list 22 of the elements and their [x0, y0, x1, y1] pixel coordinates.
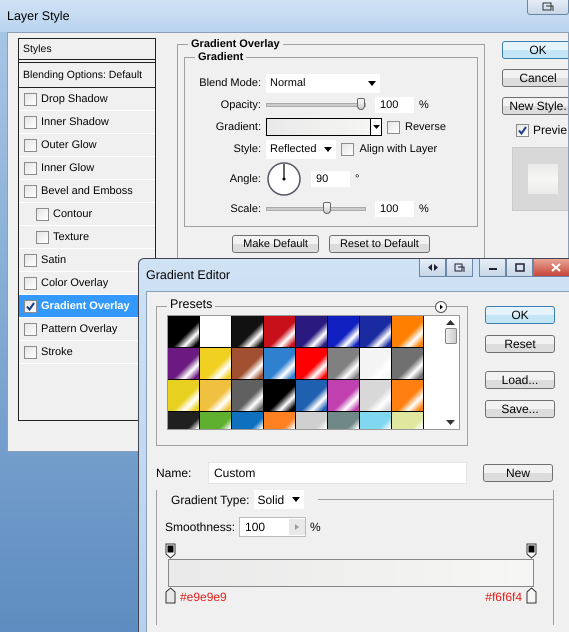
unit-label: %	[310, 520, 321, 534]
field-label: Gradient:	[214, 121, 261, 133]
field-label: Style:	[232, 143, 261, 155]
field-label: Blend Mode:	[198, 77, 261, 89]
unit-label: %	[419, 203, 429, 215]
field-label: Opacity:	[220, 99, 261, 111]
field-label: Gradient Type:	[171, 492, 250, 506]
group-title: Presets	[167, 298, 216, 311]
color-annotation: #e9e9e9	[180, 590, 227, 604]
checkbox-label: Align with Layer	[359, 143, 438, 155]
list-header: Styles	[19, 39, 155, 63]
window-title: Layer Style	[7, 9, 70, 23]
checkbox-label: Reverse	[405, 121, 446, 133]
unit-label: %	[419, 99, 429, 111]
unit-label: °	[355, 173, 360, 185]
field-label: Scale:	[229, 203, 261, 215]
field-label: Smoothness:	[165, 520, 236, 534]
field-label: Angle:	[228, 173, 261, 185]
color-annotation: #f6f6f4	[485, 590, 522, 604]
checkbox-label: Previe	[533, 123, 568, 137]
group-title: Gradient Overlay	[188, 38, 283, 51]
field-label: Name:	[156, 466, 192, 480]
